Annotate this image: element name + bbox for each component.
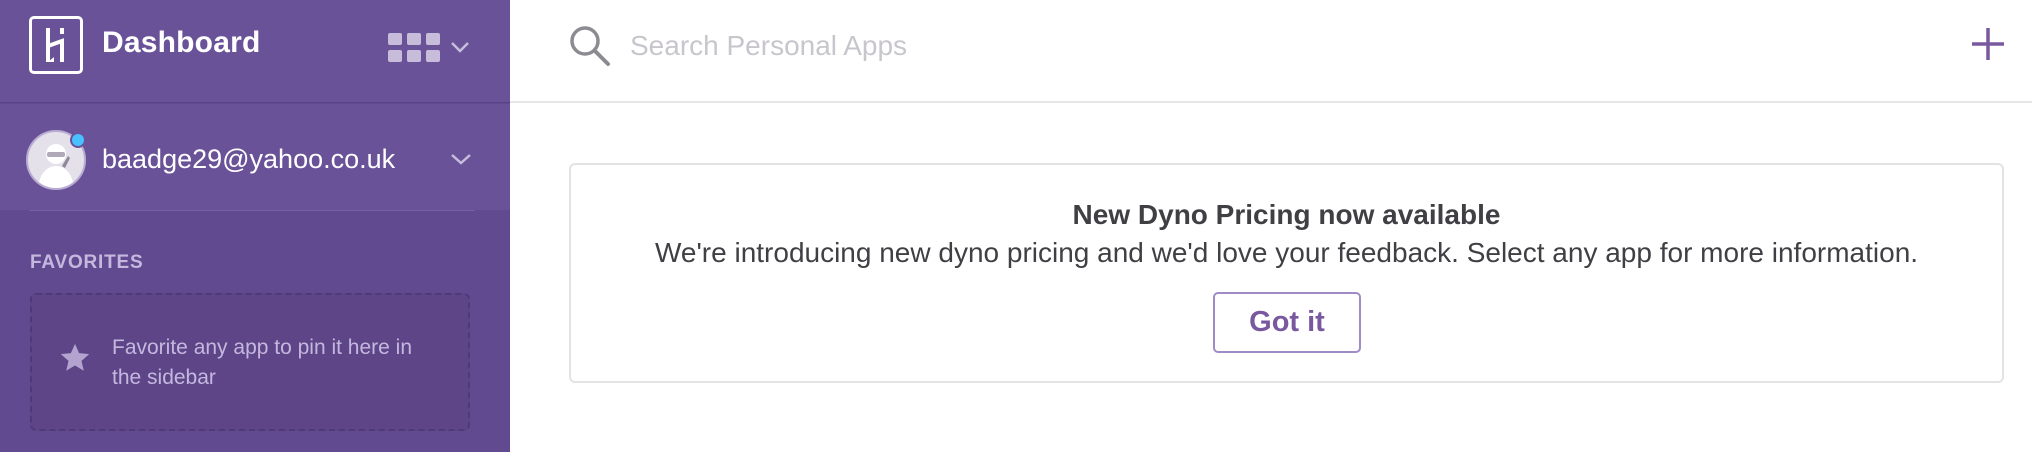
grid-icon <box>388 33 440 63</box>
favorites-heading: FAVORITES <box>30 252 144 273</box>
search-input[interactable] <box>630 26 1530 66</box>
account-switcher[interactable]: baadge29@yahoo.co.uk <box>0 104 510 210</box>
favorites-empty-text: Favorite any app to pin it here in the s… <box>112 336 413 389</box>
top-bar <box>510 0 2032 103</box>
star-icon <box>60 343 90 371</box>
heroku-logo-icon[interactable] <box>29 16 83 74</box>
search-icon <box>570 26 610 66</box>
banner-body: We're introducing new dyno pricing and w… <box>654 237 1919 268</box>
divider <box>29 210 475 211</box>
sidebar: Dashboard baadge29@yahoo.co.uk FAVORITES… <box>0 0 510 452</box>
sidebar-header: Dashboard <box>0 0 510 103</box>
chevron-down-icon <box>451 154 471 165</box>
banner-title: New Dyno Pricing now available <box>1072 199 1501 230</box>
dashboard-title[interactable]: Dashboard <box>102 26 261 60</box>
notification-dot <box>70 132 86 148</box>
plus-icon[interactable] <box>1970 24 2006 64</box>
dyno-pricing-banner: New Dyno Pricing now available We're int… <box>569 163 2004 383</box>
account-email: baadge29@yahoo.co.uk <box>102 144 396 174</box>
chevron-down-icon <box>451 42 469 53</box>
got-it-button[interactable]: Got it <box>1213 292 1361 353</box>
apps-switcher-button[interactable] <box>388 30 472 64</box>
favorites-empty-state: Favorite any app to pin it here in the s… <box>30 293 470 431</box>
